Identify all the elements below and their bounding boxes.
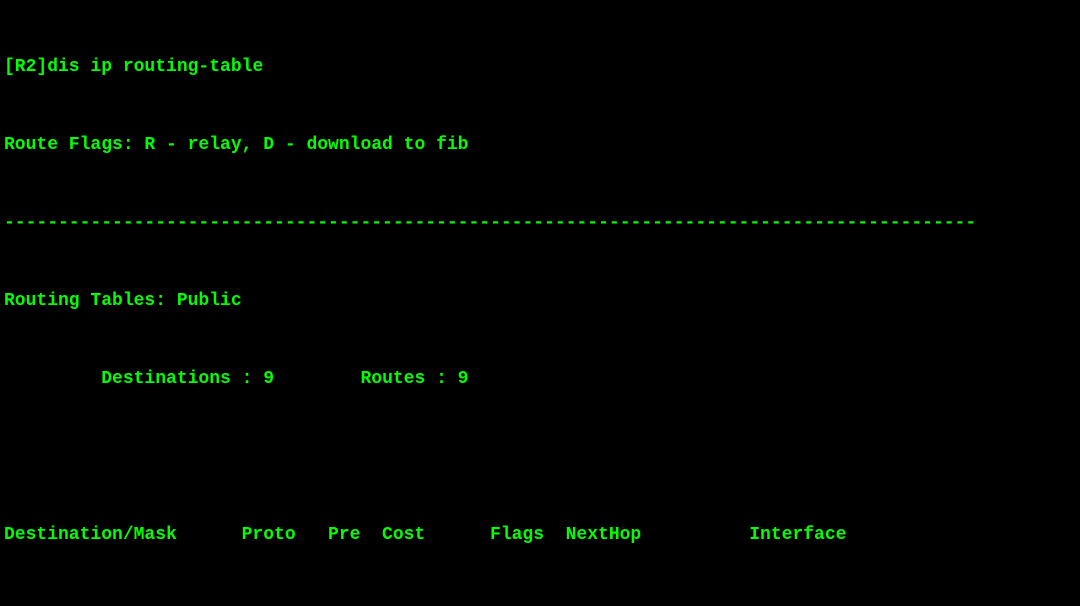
- divider-line: ----------------------------------------…: [4, 210, 1076, 236]
- routes-count: Routes : 9: [360, 369, 468, 389]
- routing-tables-line: Routing Tables: Public: [4, 288, 1076, 314]
- col-cost: Cost: [382, 522, 479, 548]
- col-proto: Proto: [242, 522, 328, 548]
- blank-line: [4, 444, 1076, 470]
- summary-line: Destinations : 9 Routes : 9: [4, 366, 1076, 392]
- col-destination: Destination/Mask: [4, 522, 242, 548]
- col-nexthop: NextHop: [566, 522, 750, 548]
- command-line: [R2]dis ip routing-table: [4, 54, 1076, 80]
- col-interface: Interface: [749, 522, 965, 548]
- terminal-output: [R2]dis ip routing-table Route Flags: R …: [0, 0, 1080, 606]
- destinations-count: Destinations : 9: [101, 369, 274, 389]
- route-flags-legend: Route Flags: R - relay, D - download to …: [4, 132, 1076, 158]
- column-headers: Destination/MaskProtoPreCostFlagsNextHop…: [4, 522, 1076, 548]
- col-pre: Pre: [328, 522, 382, 548]
- col-flags: Flags: [479, 522, 565, 548]
- blank-line: [4, 600, 1076, 606]
